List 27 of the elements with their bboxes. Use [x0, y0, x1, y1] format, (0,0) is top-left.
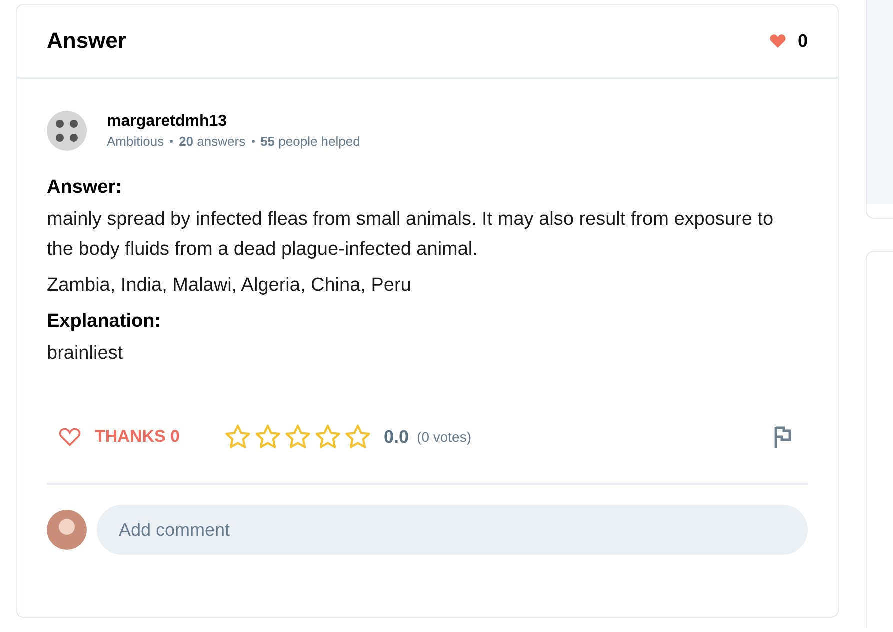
- answer-text: mainly spread by infected fleas from small animals. It may also result from exposure to the body fluids from a dead plague-infected animal.: [47, 208, 775, 262]
- vote-count: (0 votes): [417, 429, 472, 445]
- comment-field[interactable]: Add comment: [97, 505, 808, 555]
- answer-text: brainliest: [47, 342, 124, 366]
- star-icon[interactable]: [284, 423, 312, 451]
- heart-outline-icon: [59, 427, 81, 447]
- people-helped: 55 people helped: [260, 134, 360, 149]
- star-icon[interactable]: [314, 423, 342, 451]
- heart-icon[interactable]: [770, 34, 786, 48]
- answers-count: 20 answers: [179, 134, 246, 149]
- separator-dot-icon: [170, 140, 174, 143]
- rating-value: 0.0: [384, 426, 410, 448]
- separator-dot-icon: [252, 140, 255, 143]
- star-icon[interactable]: [344, 423, 372, 451]
- star-icon[interactable]: [224, 423, 252, 451]
- section-heading: Answer:: [47, 177, 123, 199]
- section-heading: Explanation:: [47, 311, 162, 333]
- avatar-icon[interactable]: [47, 111, 87, 151]
- author-rank: Ambitious: [107, 134, 164, 149]
- flag-icon[interactable]: [773, 425, 793, 449]
- like-count: 0: [798, 30, 808, 52]
- user-avatar-icon: [47, 510, 87, 550]
- author-name[interactable]: margaretdmh13: [107, 113, 360, 131]
- star-icon[interactable]: [254, 423, 282, 451]
- card-title: Answer: [47, 28, 126, 54]
- star-rating[interactable]: [224, 423, 372, 451]
- answer-text: Zambia, India, Malawi, Algeria, China, Peru: [47, 274, 412, 298]
